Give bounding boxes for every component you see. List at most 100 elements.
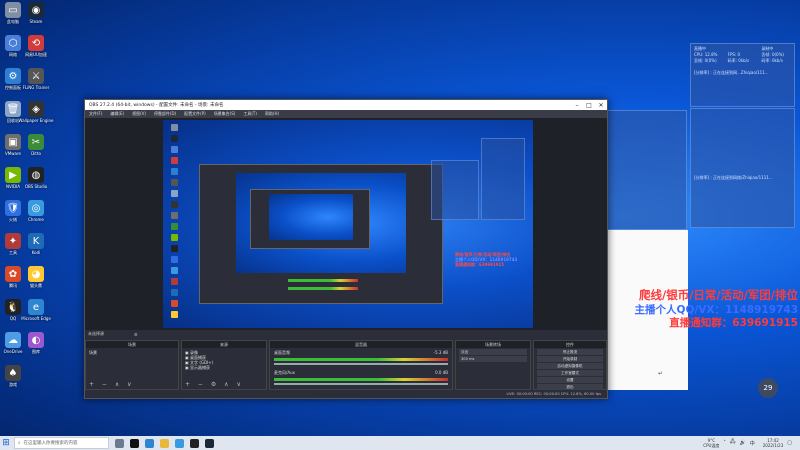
mixer-channel-db: -5.3 dB: [433, 350, 448, 355]
desktop-icon-label: 工具: [9, 250, 17, 255]
obs-menu-item[interactable]: 编辑(E): [106, 111, 128, 117]
promo-line-3: 直播通知群：639691915: [669, 317, 798, 329]
weather-widget[interactable]: 9°C CPU温度: [703, 438, 719, 448]
volume-slider[interactable]: [274, 383, 448, 385]
obs-menu-item[interactable]: 停靠部件(D): [150, 111, 180, 117]
stat-cell: 丢帧: 0(0%): [694, 58, 717, 63]
mixer-channel: 桌面音频 -5.3 dB: [270, 348, 452, 368]
desktop-icon[interactable]: ◕ 猫头鹰: [23, 266, 49, 294]
desktop-app-icon: ◕: [28, 266, 44, 282]
preview-mini-icon: [171, 135, 178, 142]
notification-icon[interactable]: ▢: [787, 440, 792, 446]
obs-menu-item[interactable]: 视图(V): [128, 111, 150, 117]
desktop-icon[interactable]: ◎ Chrome: [23, 200, 49, 228]
scenes-dock-title: 场景: [86, 341, 178, 348]
obs-menu-item[interactable]: 配置文件(P): [180, 111, 210, 117]
controls-dock: 控件 停止推流 开始录制 启动虚拟摄像机 工作室模式 设置 退出: [533, 340, 607, 390]
desktop-icon-label: Microsoft Edge: [21, 316, 51, 321]
transitions-dock: 场景转场 淡出 300 ms: [455, 340, 531, 390]
desktop-icon[interactable]: ◍ OBS Studio: [23, 167, 49, 195]
transition-type-select[interactable]: 淡出: [459, 349, 527, 355]
clock[interactable]: 17:42 2022/1/23: [763, 438, 784, 448]
promo-line-1: 爬线/银币/日常/活动/军团/排位: [639, 288, 798, 302]
windows-start-icon[interactable]: ⊞: [0, 437, 12, 449]
close-icon[interactable]: ✕: [595, 102, 607, 109]
control-button[interactable]: 停止推流: [537, 349, 603, 355]
source-status-bar: 未选择源 ⚙: [85, 330, 607, 338]
network-icon[interactable]: 🖧: [730, 439, 736, 447]
transition-duration-field[interactable]: 300 ms: [459, 356, 527, 362]
scene-controls[interactable]: + − ∧ ∨: [89, 381, 135, 388]
desktop-app-icon: ✦: [5, 233, 21, 249]
preview-canvas[interactable]: 爬线/银币/日常/活动/军团/排位 主播个人QQ/VX：1148919743 直…: [163, 120, 533, 328]
desktop-icon[interactable]: ⚔ FLiNG Trainer: [23, 68, 49, 96]
preview-mini-icon: [171, 223, 178, 230]
control-button[interactable]: 设置: [537, 377, 603, 383]
stat-cell: 码率: 0kb/s: [727, 58, 750, 63]
transitions-dock-title: 场景转场: [456, 341, 530, 348]
steam-taskbar-icon[interactable]: [205, 438, 214, 448]
preview-mini-icon: [171, 212, 178, 219]
desktop-app-icon: ♠: [5, 365, 21, 381]
obs-menu-item[interactable]: 文件(F): [85, 111, 106, 117]
ime-icon[interactable]: 中: [750, 440, 755, 447]
desktop-icon[interactable]: ⟲ 网易UU加速: [23, 35, 49, 63]
obs-menu-item[interactable]: 帮助(H): [261, 111, 283, 117]
edge-taskbar-icon[interactable]: [145, 438, 154, 448]
desktop-app-icon: ⬡: [5, 35, 21, 51]
qq-taskbar-icon[interactable]: [130, 438, 139, 448]
source-controls[interactable]: + − ⚙ ∧ ∨: [185, 381, 244, 388]
chrome-taskbar-icon[interactable]: [175, 438, 184, 448]
mixer-dock: 混音器 桌面音频 -5.3 dB 麦克风/Aux 0.0 dB: [269, 340, 453, 390]
preview-mini-icon: [171, 311, 178, 318]
control-button[interactable]: 启动虚拟摄像机: [537, 363, 603, 369]
source-item[interactable]: ▣ 显示器捕获: [185, 365, 263, 370]
volume-icon[interactable]: 🔊: [740, 440, 746, 446]
preview-mini-icon: [171, 256, 178, 263]
desktop-icon-label: Chrome: [28, 217, 44, 222]
preview-mini-icon: [171, 124, 178, 131]
preview-desktop-icons: [171, 124, 178, 322]
stats-overlay-top: 直播中 录制中 CPU: 12.8% FPS: 0 丢帧: 0(0%) 丢帧: 0(0%)…: [690, 43, 795, 107]
control-button[interactable]: 开始录制: [537, 356, 603, 362]
preview-mini-icon: [171, 157, 178, 164]
obs-taskbar-icon[interactable]: [190, 438, 199, 448]
obs-window: OBS 27.2.4 (64-bit, windows) - 配置文件: 未命名…: [84, 99, 608, 399]
preview-mini-icon: [171, 179, 178, 186]
volume-meter: [274, 378, 448, 381]
preview-mini-icon: [171, 234, 178, 241]
control-button[interactable]: 工作室模式: [537, 370, 603, 376]
send-arrow-icon[interactable]: ↵: [658, 370, 663, 377]
file-explorer-icon[interactable]: [160, 438, 169, 448]
desktop-icon[interactable]: K Kodi: [23, 233, 49, 261]
desktop-app-icon: ⚙: [5, 68, 21, 84]
sources-dock-title: 来源: [182, 341, 266, 348]
scene-item[interactable]: 场景: [89, 350, 175, 355]
desktop-icon[interactable]: ◐ 图库: [23, 332, 49, 360]
desktop-icon[interactable]: ◉ Steam: [23, 2, 49, 30]
obs-menu-item[interactable]: 场景集合(S): [210, 111, 240, 117]
properties-gear-icon[interactable]: ⚙: [134, 332, 138, 337]
chevron-up-icon[interactable]: ˄: [723, 440, 726, 446]
volume-slider[interactable]: [274, 363, 448, 365]
minimize-icon[interactable]: –: [571, 102, 583, 109]
desktop-app-icon: ⟲: [28, 35, 44, 51]
desktop-app-icon: ◈: [28, 101, 44, 117]
desktop-app-icon: ▶: [5, 167, 21, 183]
desktop-icon[interactable]: ♠ 游戏: [0, 365, 26, 393]
preview-overlay-box: [481, 138, 525, 220]
desktop-app-icon: 🛡: [5, 200, 21, 216]
taskbar-search-box[interactable]: ⌕ 在这里输入你要搜索的内容: [14, 437, 109, 449]
obs-menubar: 文件(F) 编辑(E) 视图(V) 停靠部件(D) 配置文件(P) 场景集合(S) 工具(T…: [85, 110, 607, 118]
obs-statusbar: LIVE: 00:00:00 REC: 00:00:00 CPU: 12.8%,…: [85, 390, 607, 398]
obs-menu-item[interactable]: 工具(T): [239, 111, 261, 117]
desktop-icon[interactable]: e Microsoft Edge: [21, 299, 51, 327]
task-view-icon[interactable]: [115, 438, 124, 448]
preview-promo-text: 爬线/银币/日常/活动/军团/排位 主播个人QQ/VX：1148919743 直…: [455, 252, 518, 267]
obs-preview-area[interactable]: 爬线/银币/日常/活动/军团/排位 主播个人QQ/VX：1148919743 直…: [85, 118, 607, 330]
preview-overlay-box: [431, 160, 479, 220]
desktop-icon[interactable]: ◈ Wallpaper Engine: [19, 101, 54, 129]
floating-counter-badge[interactable]: 29: [758, 378, 778, 398]
desktop-icon[interactable]: ✂ Ditto: [23, 134, 49, 162]
maximize-icon[interactable]: □: [583, 102, 595, 109]
